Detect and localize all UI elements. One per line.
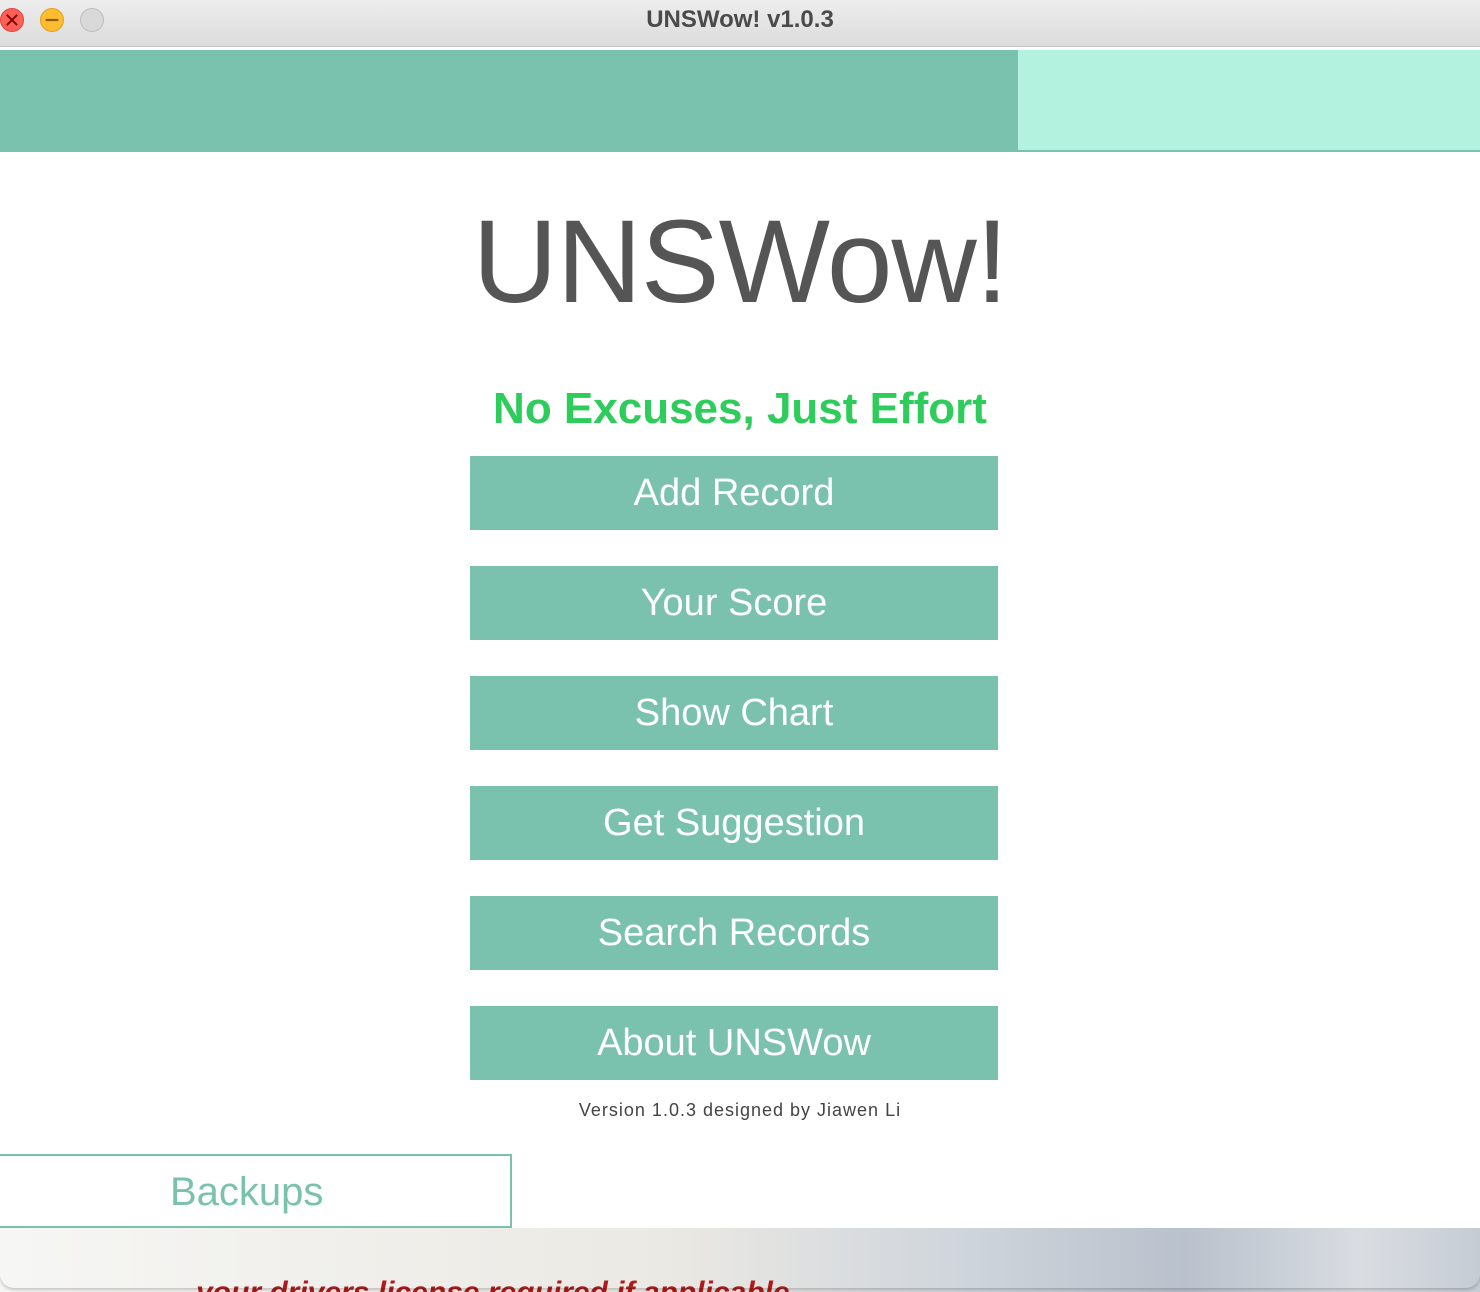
window-titlebar: UNSWow! v1.0.3 — [0, 0, 1480, 47]
desktop-background: your drivers license required if applica… — [0, 1228, 1480, 1292]
get-suggestion-button[interactable]: Get Suggestion — [470, 786, 998, 860]
app-title: UNSWow! — [472, 196, 1008, 328]
version-label: Version 1.0.3 designed by Jiawen Li — [578, 1100, 902, 1120]
about-button[interactable]: About UNSWow — [470, 1006, 998, 1080]
window-bottom-edge — [0, 1228, 1480, 1288]
header-bar — [0, 50, 1018, 152]
backups-button[interactable]: Backups — [0, 1154, 512, 1228]
add-record-button[interactable]: Add Record — [470, 456, 998, 530]
show-chart-button[interactable]: Show Chart — [470, 676, 998, 750]
your-score-button[interactable]: Your Score — [470, 566, 998, 640]
header-accent-panel — [1018, 50, 1480, 152]
slogan: No Excuses, Just Effort — [493, 384, 987, 433]
search-records-button[interactable]: Search Records — [470, 896, 998, 970]
window-title: UNSWow! v1.0.3 — [646, 6, 834, 33]
